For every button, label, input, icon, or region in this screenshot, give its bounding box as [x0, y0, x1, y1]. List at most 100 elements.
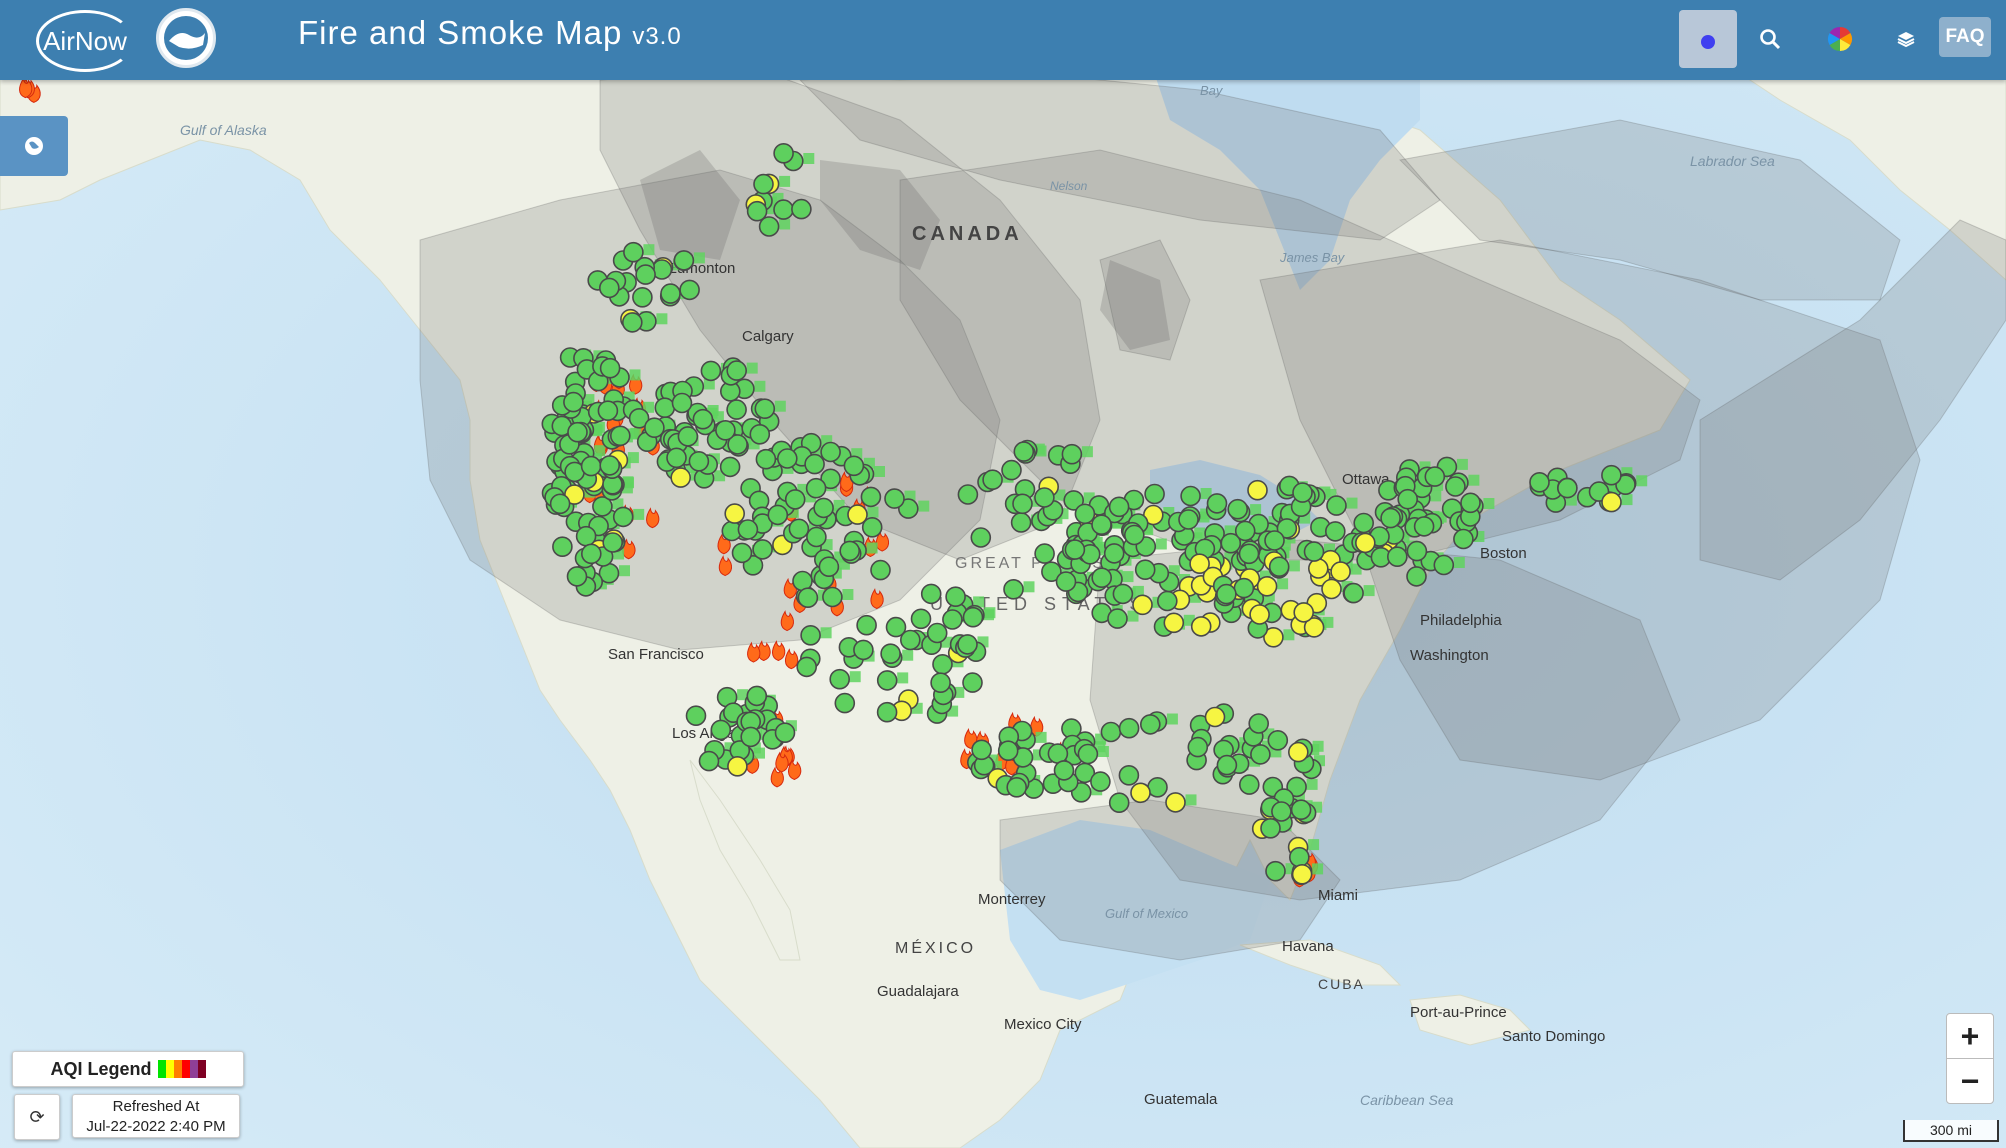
aqi-monitor-marker[interactable]	[1238, 543, 1260, 565]
sensor-marker[interactable]	[1483, 498, 1495, 509]
aqi-legend-button[interactable]: AQI Legend	[12, 1051, 244, 1087]
aqi-monitor-marker[interactable]	[749, 423, 771, 445]
aqi-monitor-marker[interactable]	[1003, 578, 1024, 600]
aqi-monitor-marker[interactable]	[602, 532, 624, 553]
aqi-monitor-marker[interactable]	[580, 543, 602, 565]
aqi-monitor-marker[interactable]	[1234, 520, 1256, 542]
sensor-marker[interactable]	[754, 380, 766, 392]
aqi-monitor-marker[interactable]	[1134, 559, 1156, 581]
aqi-monitor-marker[interactable]	[632, 286, 653, 308]
aqi-monitor-marker[interactable]	[567, 421, 588, 443]
aqi-monitor-marker[interactable]	[982, 469, 1003, 491]
sensor-marker[interactable]	[1453, 557, 1465, 568]
aqi-monitor-marker[interactable]	[1424, 466, 1446, 487]
aqi-monitor-marker[interactable]	[1064, 539, 1086, 560]
sensor-marker[interactable]	[1250, 504, 1262, 516]
aqi-monitor-marker[interactable]	[1289, 846, 1310, 868]
aqi-monitor-marker[interactable]	[719, 456, 741, 478]
sensor-marker[interactable]	[633, 508, 645, 520]
sensor-marker[interactable]	[693, 252, 705, 264]
sensor-marker[interactable]	[1308, 839, 1320, 851]
aqi-monitor-marker[interactable]	[970, 527, 992, 548]
aqi-monitor-marker[interactable]	[740, 726, 762, 748]
faq-button[interactable]: FAQ	[1939, 17, 1991, 57]
zoom-out-button[interactable]: −	[1946, 1058, 1994, 1104]
aqi-monitor-marker[interactable]	[670, 467, 692, 488]
sensor-marker[interactable]	[1166, 713, 1178, 725]
sensor-marker[interactable]	[656, 313, 668, 325]
aqi-monitor-marker[interactable]	[1264, 530, 1285, 551]
aqi-monitor-marker[interactable]	[800, 624, 821, 646]
aqi-monitor-marker[interactable]	[1090, 771, 1111, 792]
aqi-monitor-marker[interactable]	[566, 566, 588, 587]
aqi-monitor-marker[interactable]	[876, 670, 898, 691]
aqi-monitor-marker[interactable]	[1189, 553, 1210, 575]
aqi-monitor-marker[interactable]	[1453, 528, 1474, 550]
sensor-marker[interactable]	[1430, 490, 1442, 502]
sensor-marker[interactable]	[1155, 538, 1167, 550]
aqi-monitor-marker[interactable]	[685, 705, 707, 727]
aqi-monitor-marker[interactable]	[1053, 760, 1075, 781]
aqi-monitor-marker[interactable]	[644, 417, 665, 439]
aqi-monitor-marker[interactable]	[1413, 516, 1435, 537]
aqi-monitor-marker[interactable]	[1268, 556, 1290, 578]
aqi-monitor-marker[interactable]	[797, 587, 819, 609]
aqi-monitor-marker[interactable]	[755, 448, 777, 470]
aqi-monitor-marker[interactable]	[806, 526, 827, 548]
aqi-monitor-marker[interactable]	[1165, 792, 1186, 813]
aqi-monitor-marker[interactable]	[942, 609, 963, 630]
sensor-marker[interactable]	[849, 671, 861, 683]
aqi-monitor-marker[interactable]	[727, 755, 748, 777]
aqi-monitor-marker[interactable]	[746, 200, 768, 222]
aqi-monitor-marker[interactable]	[884, 488, 905, 509]
aqi-monitor-marker[interactable]	[621, 312, 643, 333]
aqi-monitor-marker[interactable]	[1124, 524, 1145, 546]
aqi-monitor-marker[interactable]	[1557, 477, 1578, 499]
aqi-monitor-marker[interactable]	[1308, 558, 1329, 579]
aqi-monitor-marker[interactable]	[1325, 521, 1346, 542]
sensor-marker[interactable]	[1288, 560, 1300, 572]
sensor-marker[interactable]	[902, 649, 914, 661]
aqi-monitor-marker[interactable]	[609, 425, 631, 447]
aqi-monitor-marker[interactable]	[820, 441, 841, 463]
zoom-in-button[interactable]: +	[1946, 1013, 1994, 1059]
sensor-marker[interactable]	[918, 500, 930, 512]
aqi-monitor-marker[interactable]	[1216, 583, 1237, 605]
aqi-monitor-marker[interactable]	[731, 542, 753, 564]
aqi-monitor-marker[interactable]	[737, 519, 759, 540]
aqi-monitor-marker[interactable]	[1249, 604, 1270, 625]
aqi-monitor-marker[interactable]	[612, 506, 634, 528]
monitor-points-button[interactable]	[1679, 10, 1737, 68]
aqi-monitor-marker[interactable]	[1292, 482, 1313, 503]
aqi-monitor-marker[interactable]	[599, 455, 621, 476]
aqi-monitor-marker[interactable]	[563, 391, 584, 413]
aqi-monitor-marker[interactable]	[726, 399, 747, 420]
aqi-monitor-marker[interactable]	[1108, 496, 1130, 518]
aqi-monitor-marker[interactable]	[1406, 566, 1427, 587]
sensor-marker[interactable]	[1363, 585, 1375, 597]
sensor-marker[interactable]	[1346, 497, 1358, 509]
aqi-monitor-marker[interactable]	[599, 357, 621, 379]
aqi-monitor-marker[interactable]	[1248, 713, 1269, 734]
airnow-logo[interactable]: AirNow	[36, 10, 134, 72]
aqi-monitor-marker[interactable]	[654, 397, 676, 419]
aqi-monitor-marker[interactable]	[1321, 578, 1342, 600]
aqi-monitor-marker[interactable]	[910, 608, 932, 630]
aqi-monitor-marker[interactable]	[1187, 736, 1209, 758]
aqi-monitor-marker[interactable]	[784, 489, 806, 510]
aqi-monitor-marker[interactable]	[1091, 514, 1112, 536]
basemap-globe-button[interactable]	[0, 116, 68, 176]
aqi-monitor-marker[interactable]	[1013, 441, 1035, 462]
aqi-monitor-marker[interactable]	[597, 400, 619, 422]
aqi-monitor-marker[interactable]	[1250, 744, 1271, 765]
aqi-monitor-marker[interactable]	[796, 656, 818, 678]
aqi-monitor-marker[interactable]	[1206, 493, 1228, 514]
aqi-monitor-marker[interactable]	[635, 264, 656, 285]
aqi-monitor-marker[interactable]	[1180, 485, 1201, 507]
aqi-monitor-marker[interactable]	[805, 477, 827, 499]
aqi-monitor-marker[interactable]	[997, 740, 1019, 762]
aqi-monitor-marker[interactable]	[957, 484, 979, 505]
aqi-monitor-marker[interactable]	[1293, 602, 1314, 623]
sensor-marker[interactable]	[842, 589, 854, 600]
aqi-monitor-marker[interactable]	[688, 450, 710, 472]
